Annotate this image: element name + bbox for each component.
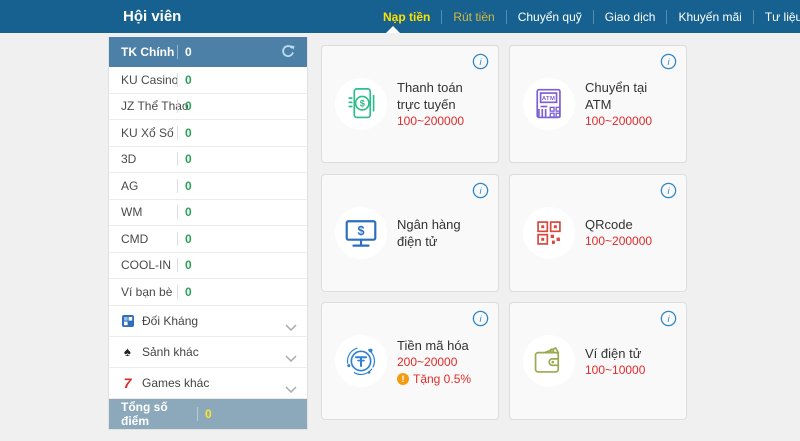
nav-withdraw[interactable]: Rút tiền	[441, 10, 505, 24]
balance-value: 0	[177, 73, 192, 87]
tile-icon	[120, 314, 135, 328]
info-icon[interactable]: i	[472, 310, 489, 327]
main-account-label: TK Chính	[121, 45, 177, 59]
balance-label: Ví bạn bè	[121, 285, 177, 299]
ebanking-icon: $	[335, 207, 387, 259]
card-title: Ngân hàng điện tử	[397, 216, 472, 250]
refresh-icon[interactable]	[279, 43, 297, 61]
card-limit-range: 100~200000	[585, 113, 660, 129]
balance-value: 0	[177, 205, 192, 219]
chevron-down-icon	[285, 380, 297, 398]
balance-row: COOL-IN 0	[109, 253, 307, 280]
balance-label: 3D	[121, 152, 177, 166]
balance-sidebar: TK Chính 0 KU Casino 0 JZ Thể Thao 0 KU …	[108, 37, 308, 430]
card-limit-range: 100~200000	[397, 113, 472, 129]
card-title: Ví điện tử	[585, 345, 660, 362]
balance-label: KU Xổ Số	[121, 126, 177, 140]
card-online-payment[interactable]: i $ Thanh toán trực tuyến 100~200000	[321, 45, 499, 163]
main-account-row: TK Chính 0	[109, 37, 307, 67]
info-icon[interactable]: i	[660, 182, 677, 199]
main-account-value: 0	[177, 45, 192, 59]
balance-value: 0	[177, 258, 192, 272]
card-crypto[interactable]: i Tiền mã hóa 200~20000 !	[321, 302, 499, 420]
spade-icon: ♠	[120, 345, 135, 358]
card-limit-range: 100~200000	[585, 233, 660, 249]
total-points-value: 0	[197, 407, 212, 421]
warning-icon: !	[397, 373, 409, 385]
group-label: Games khác	[142, 376, 209, 390]
sidebar-group-sanh-khac[interactable]: ♠ Sảnh khác	[109, 337, 307, 368]
info-icon[interactable]: i	[660, 53, 677, 70]
balance-value: 0	[177, 152, 192, 166]
balance-label: WM	[121, 205, 177, 219]
active-tab-pointer	[386, 26, 400, 33]
svg-text:i: i	[667, 314, 670, 324]
card-title: Thanh toán trực tuyến	[397, 79, 472, 113]
svg-text:i: i	[667, 185, 670, 195]
balance-row: WM 0	[109, 200, 307, 227]
total-points-label: Tổng số điểm	[121, 400, 197, 428]
svg-text:i: i	[479, 185, 482, 195]
nav-deposit[interactable]: Nạp tiền	[372, 10, 441, 24]
balance-label: CMD	[121, 232, 177, 246]
card-qrcode[interactable]: i QRcode 100~200000	[509, 174, 687, 292]
page-title: Hội viên	[123, 0, 181, 33]
card-ewallet[interactable]: i Ví điện tử 100~10000	[509, 302, 687, 420]
info-icon[interactable]: i	[472, 53, 489, 70]
svg-text:ATM: ATM	[542, 96, 556, 102]
balance-row: 3D 0	[109, 147, 307, 174]
bonus-row: ! Tặng 0.5%	[397, 372, 472, 386]
card-title: Tiền mã hóa	[397, 337, 472, 354]
balance-label: JZ Thể Thao	[121, 99, 177, 113]
balance-value: 0	[177, 285, 192, 299]
bonus-text: Tặng 0.5%	[413, 372, 471, 386]
balance-row: AG 0	[109, 173, 307, 200]
deposit-methods-grid: i $ Thanh toán trực tuyến 100~200000 i	[321, 45, 687, 420]
info-icon[interactable]: i	[660, 310, 677, 327]
group-label: Đối Kháng	[142, 314, 198, 328]
nav-transfer-funds[interactable]: Chuyển quỹ	[506, 10, 593, 24]
group-label: Sảnh khác	[142, 345, 199, 359]
card-limit-range: 200~20000	[397, 354, 472, 370]
phone-payment-icon: $	[335, 78, 387, 130]
atm-icon: ATM	[523, 78, 575, 130]
balance-label: KU Casino	[121, 73, 177, 87]
balance-value: 0	[177, 126, 192, 140]
nav-promotions[interactable]: Khuyến mãi	[666, 10, 752, 24]
svg-text:i: i	[667, 57, 670, 67]
svg-text:$: $	[360, 99, 365, 109]
chevron-down-icon	[285, 349, 297, 367]
balance-row: CMD 0	[109, 226, 307, 253]
nav-transactions[interactable]: Giao dịch	[593, 10, 667, 24]
svg-text:i: i	[479, 314, 482, 324]
balance-row: KU Xổ Số 0	[109, 120, 307, 147]
ewallet-icon	[523, 335, 575, 387]
balance-label: COOL-IN	[121, 258, 177, 272]
balance-value: 0	[177, 179, 192, 193]
card-limit-range: 100~10000	[585, 362, 660, 378]
card-title: Chuyển tại ATM	[585, 79, 660, 113]
balance-row: JZ Thể Thao 0	[109, 94, 307, 121]
main-nav: Nạp tiền Rút tiền Chuyển quỹ Giao dịch K…	[372, 0, 800, 33]
crypto-icon	[335, 335, 387, 387]
card-ebanking[interactable]: i $ Ngân hàng điện tử	[321, 174, 499, 292]
card-title: QRcode	[585, 216, 660, 233]
chevron-down-icon	[285, 318, 297, 336]
balance-label: AG	[121, 179, 177, 193]
total-points-row: Tổng số điểm 0	[109, 399, 307, 429]
qrcode-icon	[523, 207, 575, 259]
top-header: Hội viên Nạp tiền Rút tiền Chuyển quỹ Gi…	[0, 0, 800, 33]
info-icon[interactable]: i	[472, 182, 489, 199]
sidebar-group-games-khac[interactable]: 7 Games khác	[109, 368, 307, 399]
sidebar-group-doi-khang[interactable]: Đối Kháng	[109, 306, 307, 337]
nav-member-info[interactable]: Tư liệu hội viên	[753, 10, 800, 24]
svg-text:$: $	[357, 224, 364, 238]
balance-value: 0	[177, 232, 192, 246]
balance-row: KU Casino 0	[109, 67, 307, 94]
balance-row: Ví bạn bè 0	[109, 279, 307, 306]
seven-icon: 7	[120, 376, 135, 390]
balance-value: 0	[177, 99, 192, 113]
svg-text:i: i	[479, 57, 482, 67]
card-atm-transfer[interactable]: i ATM Chuyển tại ATM 1	[509, 45, 687, 163]
